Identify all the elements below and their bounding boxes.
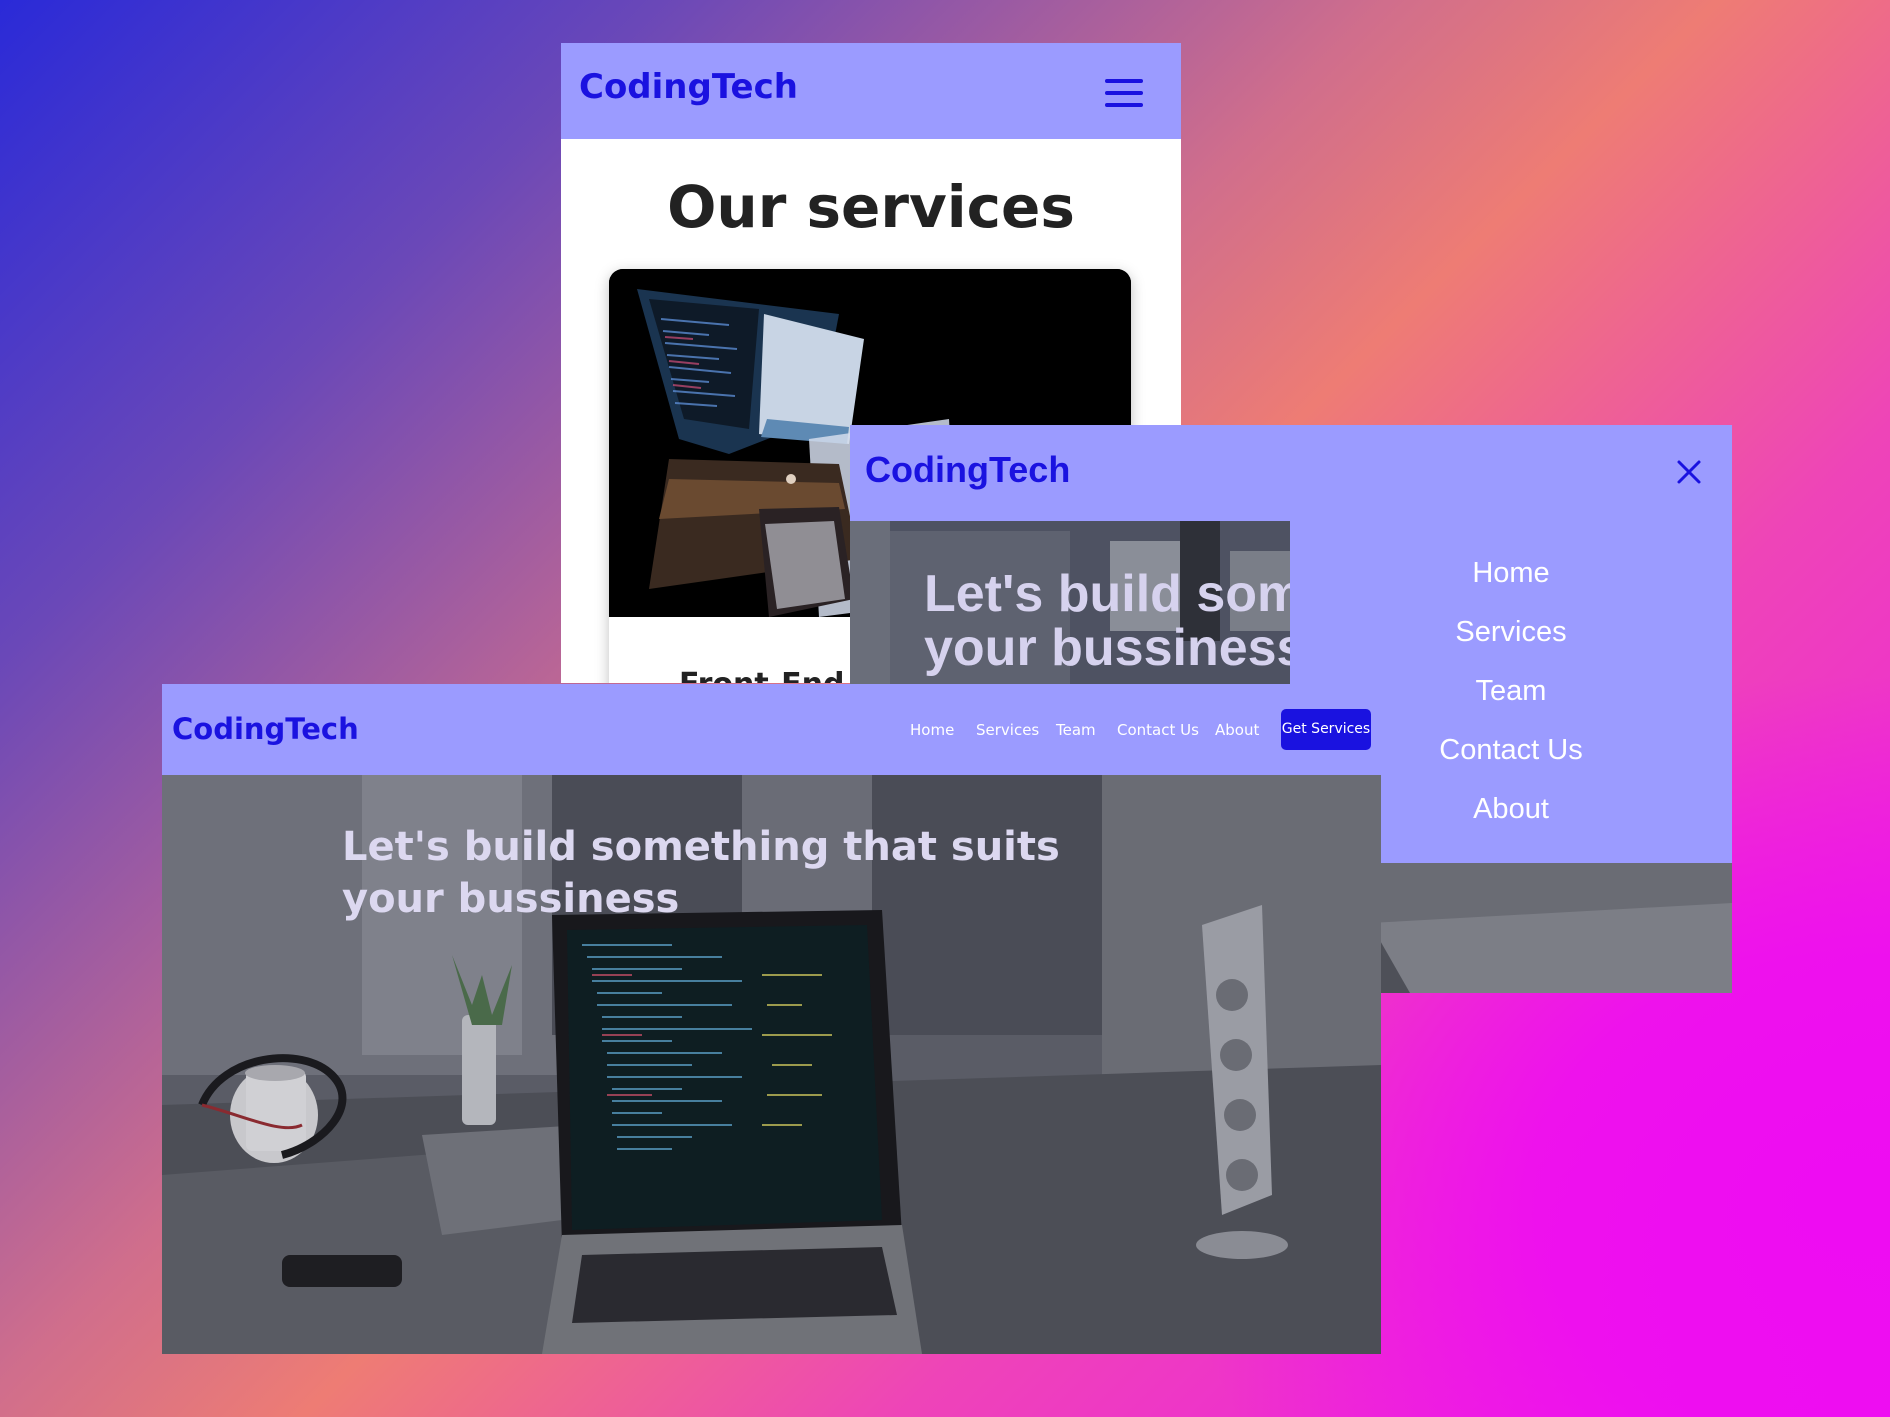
service-card-title: Front-End: [679, 667, 844, 683]
desktop-hero-heading: Let's build something that suits your bu…: [342, 824, 1060, 922]
nav-link-home[interactable]: Home: [910, 721, 954, 739]
desktop-hero: Let's build something that suits your bu…: [162, 775, 1381, 1354]
desktop-logo[interactable]: CodingTech: [172, 712, 359, 746]
menu-item-home[interactable]: Home: [1290, 557, 1732, 590]
mobile-logo[interactable]: CodingTech: [579, 67, 798, 107]
tablet-hero-heading: Let's build something that suits your bu…: [924, 565, 1290, 677]
nav-link-contact-us[interactable]: Contact Us: [1117, 721, 1199, 739]
desktop-navbar: CodingTech Home Services Team Contact Us…: [162, 684, 1381, 775]
mobile-navbar: CodingTech: [561, 43, 1181, 139]
tablet-logo[interactable]: CodingTech: [865, 449, 1070, 491]
services-title: Our services: [667, 173, 1075, 241]
nav-link-team[interactable]: Team: [1056, 721, 1096, 739]
close-icon[interactable]: [1672, 455, 1706, 489]
menu-item-services[interactable]: Services: [1290, 616, 1732, 649]
get-services-button[interactable]: Get Services: [1281, 709, 1371, 750]
nav-link-about[interactable]: About: [1215, 721, 1259, 739]
desktop-preview-window: CodingTech Home Services Team Contact Us…: [162, 684, 1381, 1354]
hamburger-menu-icon[interactable]: [1105, 79, 1143, 107]
nav-link-services[interactable]: Services: [976, 721, 1039, 739]
tablet-navbar: CodingTech: [850, 425, 1732, 521]
